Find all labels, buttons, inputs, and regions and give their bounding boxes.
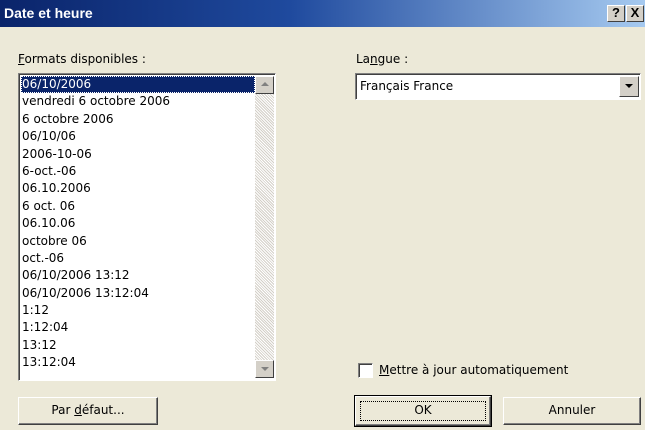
list-item[interactable]: 6 oct. 06	[21, 198, 255, 215]
scroll-down-button[interactable]	[255, 360, 274, 378]
list-item[interactable]: vendredi 6 octobre 2006	[21, 93, 255, 110]
help-icon: ?	[612, 5, 620, 20]
auto-update-label[interactable]: Mettre à jour automatiquement	[379, 363, 568, 377]
list-item[interactable]: octobre 06	[21, 233, 255, 250]
list-item[interactable]: 6 octobre 2006	[21, 111, 255, 128]
formats-label: Formats disponibles :	[18, 52, 146, 66]
cancel-button[interactable]: Annuler	[503, 397, 641, 425]
formats-listbox[interactable]: 06/10/2006 vendredi 6 octobre 2006 6 octob…	[18, 73, 276, 381]
language-value: Français France	[360, 79, 454, 93]
chevron-down-icon	[625, 84, 633, 88]
list-item[interactable]: 2006-10-06	[21, 146, 255, 163]
help-button[interactable]: ?	[607, 5, 625, 22]
language-label: Langue :	[356, 52, 409, 66]
list-item[interactable]: 1:12	[21, 302, 255, 319]
list-item[interactable]: 06/10/2006 13:12	[21, 267, 255, 284]
arrow-up-icon	[261, 82, 269, 86]
default-button[interactable]: Par défaut...	[18, 397, 158, 425]
language-select[interactable]: Français France	[355, 73, 641, 100]
list-item[interactable]: oct.-06	[21, 250, 255, 267]
language-dropdown-button[interactable]	[619, 76, 639, 97]
scroll-up-button[interactable]	[255, 76, 274, 94]
formats-scrollbar[interactable]	[255, 76, 274, 378]
window-title: Date et heure	[4, 5, 93, 21]
formats-list: 06/10/2006 vendredi 6 octobre 2006 6 octob…	[21, 76, 255, 372]
list-item[interactable]: 06/10/2006 13:12:04	[21, 285, 255, 302]
list-item[interactable]: 1:12:04	[21, 319, 255, 336]
list-item[interactable]: 06.10.06	[21, 215, 255, 232]
list-item[interactable]: 06.10.2006	[21, 180, 255, 197]
arrow-down-icon	[261, 367, 269, 371]
list-item[interactable]: 06/10/06	[21, 128, 255, 145]
list-item[interactable]: 13:12:04	[21, 354, 255, 371]
close-icon: X	[630, 5, 640, 20]
auto-update-checkbox[interactable]	[358, 363, 373, 378]
close-button[interactable]: X	[626, 5, 644, 22]
list-item[interactable]: 06/10/2006	[21, 76, 255, 94]
title-bar: Date et heure ? X	[0, 0, 645, 27]
ok-button[interactable]: OK	[355, 396, 491, 426]
list-item[interactable]: 6-oct.-06	[21, 163, 255, 180]
list-item[interactable]: 13:12	[21, 337, 255, 354]
